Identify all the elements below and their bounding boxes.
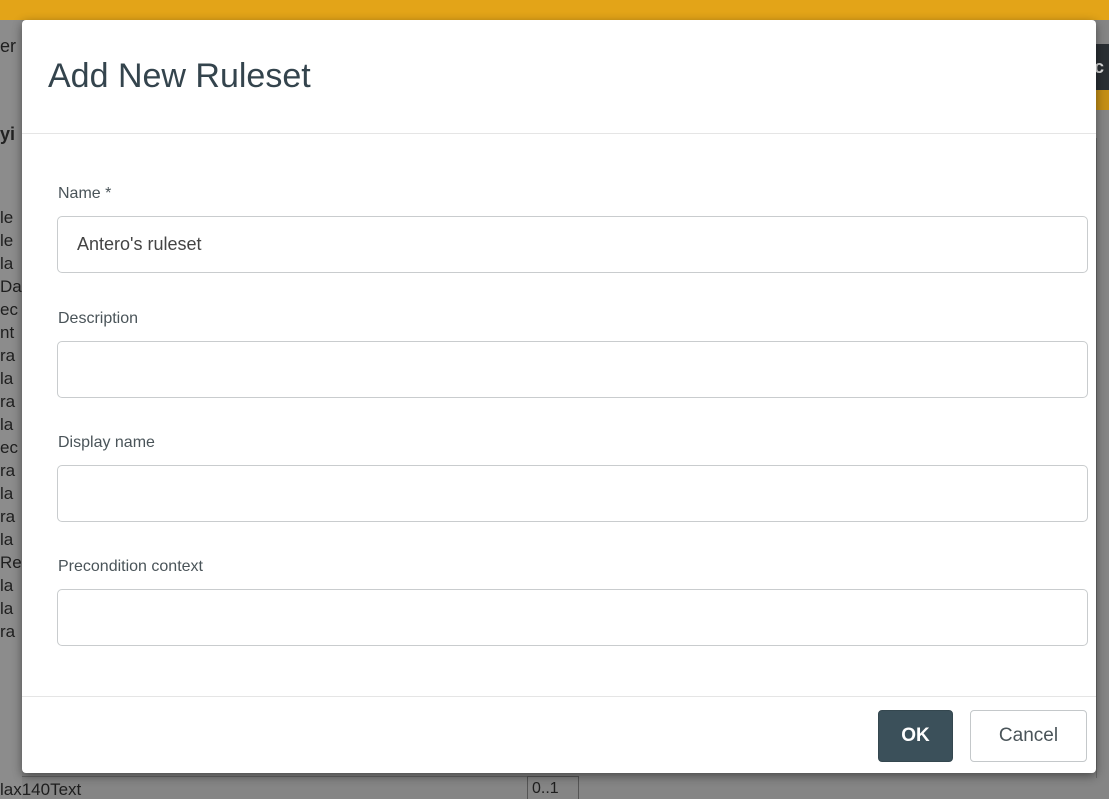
precondition-context-input[interactable] — [57, 589, 1088, 646]
background-row-text: la — [0, 369, 14, 388]
background-row-text: ra — [0, 622, 16, 641]
background-row-text: ra — [0, 392, 16, 411]
background-row-text: lax140Text — [0, 780, 82, 799]
background-row-text: la — [0, 530, 14, 549]
background-row-text: ra — [0, 507, 16, 526]
display-name-input[interactable] — [57, 465, 1088, 522]
background-row-text: Re — [0, 553, 22, 572]
description-input[interactable] — [57, 341, 1088, 398]
background-row-text: la — [0, 576, 14, 595]
background-row-text: la — [0, 599, 14, 618]
background-divider — [1096, 138, 1097, 778]
dialog-header: Add New Ruleset — [22, 20, 1096, 134]
name-label: Name * — [58, 185, 112, 202]
add-ruleset-dialog: Add New Ruleset Name * Description Displ… — [22, 20, 1096, 773]
background-header-fragment: er — [0, 36, 17, 56]
dialog-title: Add New Ruleset — [48, 57, 311, 95]
ok-button[interactable]: OK — [878, 710, 953, 762]
precondition-context-label: Precondition context — [58, 558, 203, 575]
background-row-text: ra — [0, 461, 16, 480]
background-row-text: le — [0, 231, 14, 250]
name-input[interactable] — [57, 216, 1088, 273]
background-table-border — [22, 776, 527, 777]
background-row-text: le — [0, 208, 14, 227]
background-multiplicity-cell: 0..1 — [527, 776, 579, 799]
background-row-text: nt — [0, 323, 15, 342]
dialog-footer: OK Cancel — [22, 696, 1096, 773]
background-row-text: ec — [0, 438, 18, 457]
dialog-body: Name * Description Display name Precondi… — [22, 134, 1096, 695]
background-row-text: ra — [0, 346, 16, 365]
display-name-label: Display name — [58, 434, 155, 451]
background-row-text: la — [0, 254, 14, 273]
description-label: Description — [58, 310, 139, 327]
app-top-bar — [0, 0, 1109, 20]
background-row-text: la — [0, 484, 14, 503]
background-row-text: la — [0, 415, 14, 434]
background-row-text: ec — [0, 300, 18, 319]
background-column-header-fragment: yi — [0, 124, 16, 144]
cancel-button[interactable]: Cancel — [970, 710, 1087, 762]
background-row-text: Da — [0, 277, 22, 296]
